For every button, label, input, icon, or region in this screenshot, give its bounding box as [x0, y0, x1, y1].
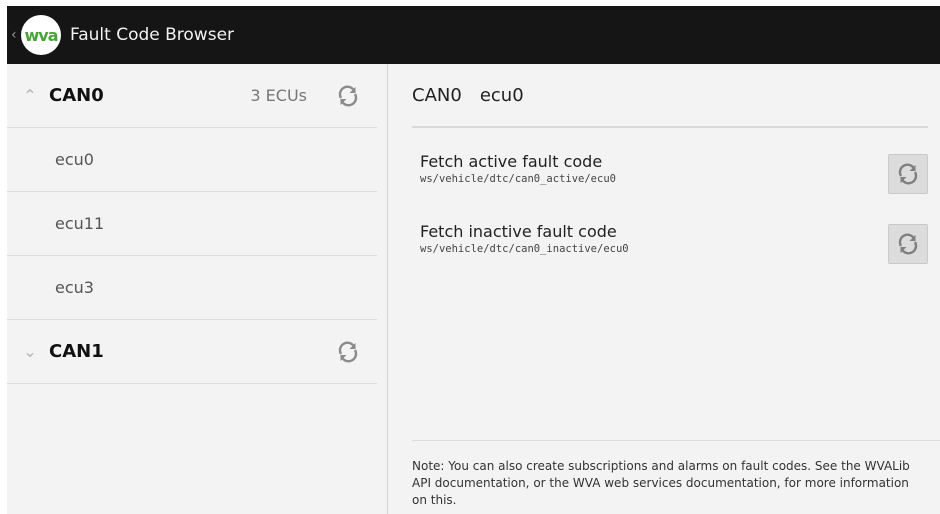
app-title: Fault Code Browser — [70, 25, 235, 45]
refresh-icon[interactable] — [335, 339, 361, 365]
wva-logo[interactable]: wva — [21, 15, 61, 55]
note-divider — [412, 440, 940, 441]
fetch-inactive-label: Fetch inactive fault code — [420, 222, 617, 241]
fetch-inactive-row: Fetch inactive fault code ws/vehicle/dtc… — [420, 222, 928, 282]
fetch-active-path: ws/vehicle/dtc/can0_active/ecu0 — [420, 173, 616, 185]
ecu-list-panel: ⌃ CAN0 3 ECUs ecu0 ecu11 ecu3 ⌄ CAN1 — [7, 64, 387, 514]
main-content: ⌃ CAN0 3 ECUs ecu0 ecu11 ecu3 ⌄ CAN1 CAN… — [7, 64, 940, 514]
fetch-active-button[interactable] — [888, 154, 928, 194]
ecu-count: 3 ECUs — [250, 86, 307, 105]
fetch-inactive-path: ws/vehicle/dtc/can0_inactive/ecu0 — [420, 243, 629, 255]
detail-header: CAN0 ecu0 — [412, 64, 928, 128]
ecu-name: ecu3 — [55, 278, 94, 297]
refresh-icon — [898, 163, 918, 185]
list-item-ecu3[interactable]: ecu3 — [7, 256, 377, 320]
logo-text: wva — [24, 25, 58, 45]
detail-bus: CAN0 — [412, 84, 462, 106]
app-frame: ‹ wva Fault Code Browser ⌃ CAN0 3 ECUs e… — [0, 0, 940, 514]
list-item-ecu11[interactable]: ecu11 — [7, 192, 377, 256]
chevron-down-icon: ⌄ — [23, 342, 37, 361]
group-row-can1[interactable]: ⌄ CAN1 — [7, 320, 377, 384]
fetch-active-label: Fetch active fault code — [420, 152, 603, 171]
fetch-active-row: Fetch active fault code ws/vehicle/dtc/c… — [420, 152, 928, 212]
group-name: CAN1 — [49, 341, 104, 362]
group-row-can0[interactable]: ⌃ CAN0 3 ECUs — [7, 64, 377, 128]
note-text: Note: You can also create subscriptions … — [412, 459, 910, 507]
detail-panel: CAN0 ecu0 Fetch active fault code ws/veh… — [388, 64, 940, 514]
action-bar: ‹ wva Fault Code Browser — [7, 6, 940, 64]
ecu-name: ecu11 — [55, 214, 105, 233]
fetch-inactive-button[interactable] — [888, 224, 928, 264]
chevron-up-icon: ⌃ — [23, 86, 37, 105]
chevron-left-icon[interactable]: ‹ — [11, 27, 21, 43]
list-item-ecu0[interactable]: ecu0 — [7, 128, 377, 192]
group-name: CAN0 — [49, 85, 104, 106]
refresh-icon — [898, 233, 918, 255]
ecu-name: ecu0 — [55, 150, 94, 169]
detail-ecu: ecu0 — [479, 84, 524, 106]
refresh-icon[interactable] — [335, 83, 361, 109]
